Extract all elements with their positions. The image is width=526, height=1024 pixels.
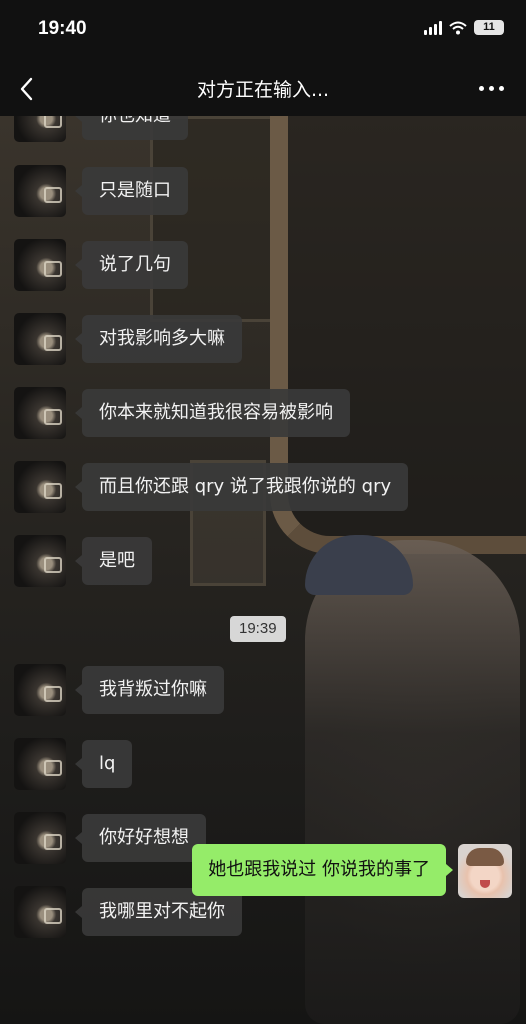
- message-row: 而且你还跟 qry 说了我跟你说的 qry: [0, 461, 526, 513]
- status-time: 19:40: [38, 18, 87, 39]
- chat-header: 对方正在输入...: [0, 62, 526, 116]
- message-row: 你也知道: [0, 116, 526, 142]
- message-row: 对我影响多大嘛: [0, 313, 526, 365]
- status-bar: 19:40 11: [0, 0, 526, 62]
- battery-icon: 11: [474, 20, 504, 35]
- contact-avatar[interactable]: [14, 387, 66, 439]
- message-bubble[interactable]: 只是随口: [75, 167, 188, 215]
- self-message-bubble[interactable]: 她也跟我说过 你说我的事了: [192, 844, 453, 896]
- message-bubble[interactable]: 说了几句: [75, 241, 188, 289]
- message-row: 是吧: [0, 535, 526, 587]
- message-bubble[interactable]: 我背叛过你嘛: [75, 666, 224, 714]
- message-bubble[interactable]: 对我影响多大嘛: [75, 315, 242, 363]
- message-bubble[interactable]: lq: [74, 740, 133, 788]
- contact-avatar[interactable]: [14, 461, 66, 513]
- message-bubble[interactable]: 而且你还跟 qry 说了我跟你说的 qry: [74, 463, 409, 511]
- message-bubble[interactable]: 你也知道: [75, 116, 188, 140]
- more-dots-icon[interactable]: [479, 86, 504, 91]
- message-timestamp: 19:39: [230, 616, 286, 642]
- message-row: 你本来就知道我很容易被影响: [0, 387, 526, 439]
- contact-avatar[interactable]: [14, 239, 66, 291]
- self-avatar[interactable]: [458, 844, 512, 898]
- chat-title: 对方正在输入...: [196, 79, 330, 101]
- contact-avatar[interactable]: [14, 664, 66, 716]
- message-row: 说了几句: [0, 239, 526, 291]
- contact-avatar[interactable]: [14, 313, 66, 365]
- signal-icon: [424, 20, 442, 35]
- contact-avatar[interactable]: [14, 535, 66, 587]
- message-bubble[interactable]: 是吧: [75, 537, 152, 585]
- status-icons: 11: [424, 20, 504, 35]
- contact-avatar[interactable]: [14, 165, 66, 217]
- message-row: lq: [0, 738, 526, 790]
- self-message-row: 她也跟我说过 你说我的事了: [0, 844, 526, 900]
- contact-avatar[interactable]: [14, 116, 66, 142]
- wifi-icon: [449, 21, 467, 34]
- message-row: 我背叛过你嘛: [0, 664, 526, 716]
- contact-avatar[interactable]: [14, 738, 66, 790]
- message-row: 只是随口: [0, 165, 526, 217]
- message-bubble[interactable]: 你本来就知道我很容易被影响: [75, 389, 350, 437]
